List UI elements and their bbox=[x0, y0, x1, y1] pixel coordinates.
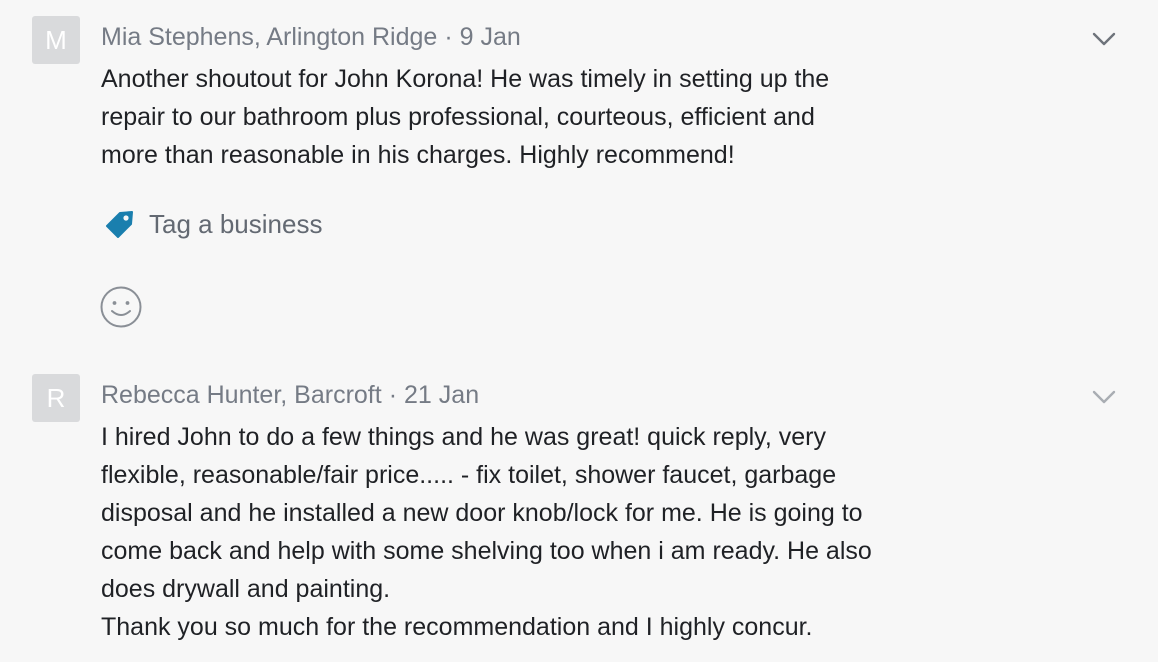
comment-mia-stephens: M Mia Stephens, Arlington Ridge · 9 Jan An… bbox=[0, 0, 1158, 350]
avatar-initial: R bbox=[46, 383, 66, 413]
comment-meta: Mia Stephens, Arlington Ridge · 9 Jan bbox=[101, 22, 521, 52]
chevron-down-icon[interactable] bbox=[1090, 25, 1118, 53]
price-tag-icon bbox=[106, 211, 133, 238]
comment-body: I hired John to do a few things and he w… bbox=[101, 418, 1101, 646]
avatar[interactable]: R bbox=[32, 374, 80, 422]
comment-line: repair to our bathroom plus professional… bbox=[101, 103, 815, 131]
author-name[interactable]: Mia Stephens, Arlington Ridge bbox=[101, 23, 437, 51]
comment-meta: Rebecca Hunter, Barcroft · 21 Jan bbox=[101, 380, 479, 410]
smiley-icon[interactable] bbox=[99, 285, 143, 329]
meta-separator: · bbox=[444, 23, 453, 51]
comment-line: Thank you so much for the recommendation… bbox=[101, 613, 813, 641]
comment-date[interactable]: 21 Jan bbox=[404, 381, 479, 409]
avatar-initial: M bbox=[45, 25, 67, 55]
comment-line: come back and help with some shelving to… bbox=[101, 537, 872, 565]
comment-date[interactable]: 9 Jan bbox=[460, 23, 521, 51]
comment-rebecca-hunter: R Rebecca Hunter, Barcroft · 21 Jan I hire… bbox=[0, 350, 1158, 662]
chevron-down-icon[interactable] bbox=[1090, 383, 1118, 411]
comment-line: does drywall and painting. bbox=[101, 575, 391, 603]
comment-line: flexible, reasonable/fair price..... - f… bbox=[101, 461, 837, 489]
avatar[interactable]: M bbox=[32, 16, 80, 64]
tag-business-label: Tag a business bbox=[149, 208, 323, 239]
tag-business-button[interactable]: Tag a business bbox=[103, 207, 322, 241]
meta-separator: · bbox=[388, 381, 398, 409]
comment-body: Another shoutout for John Korona! He was… bbox=[101, 60, 1101, 174]
comment-line: Another shoutout for John Korona! He was… bbox=[101, 65, 830, 93]
author-name[interactable]: Rebecca Hunter, Barcroft bbox=[101, 381, 382, 409]
comment-line: I hired John to do a few things and he w… bbox=[101, 423, 826, 451]
comment-line: more than reasonable in his charges. Hig… bbox=[101, 141, 735, 169]
comment-line: disposal and he installed a new door kno… bbox=[101, 499, 863, 527]
